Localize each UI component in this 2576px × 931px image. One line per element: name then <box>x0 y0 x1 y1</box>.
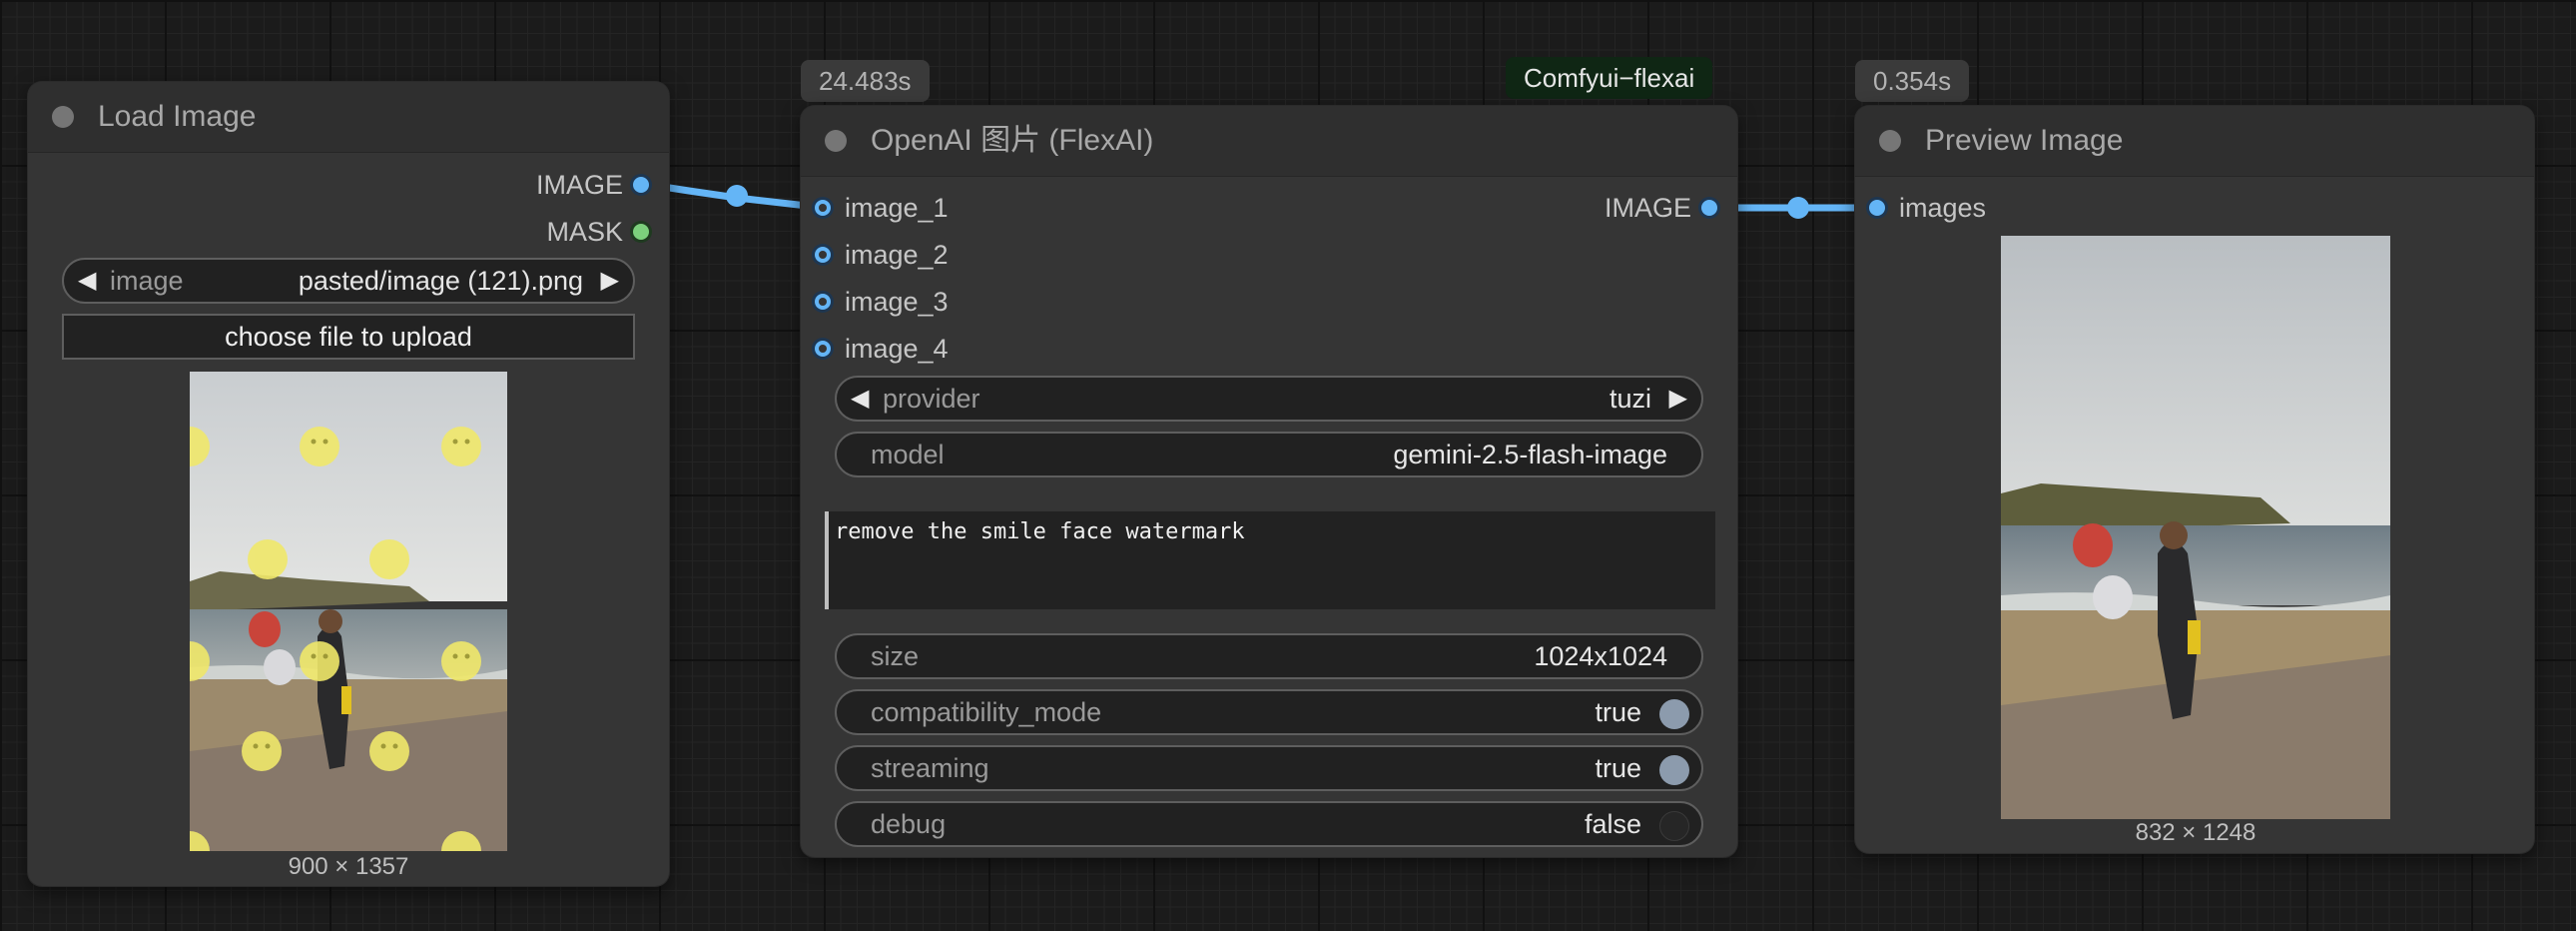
widget-value: gemini-2.5-flash-image <box>1393 440 1667 469</box>
size-widget[interactable]: size 1024x1024 <box>835 633 1703 679</box>
input-connector[interactable] <box>815 247 831 263</box>
prompt-textarea[interactable]: remove the smile face watermark <box>825 511 1715 609</box>
widget-value: tuzi <box>1609 384 1651 414</box>
next-arrow-icon[interactable]: ▶ <box>1669 378 1687 420</box>
collapse-dot[interactable] <box>52 106 74 128</box>
image-dimensions: 832 × 1248 <box>2135 819 2256 846</box>
output-connector[interactable] <box>633 177 649 193</box>
output-label: IMAGE <box>535 170 623 200</box>
widget-value: true <box>1595 753 1641 783</box>
widget-value: pasted/image (121).png <box>298 266 583 296</box>
execution-time-badge: 0.354s <box>1855 60 1970 102</box>
collapse-dot[interactable] <box>825 130 847 152</box>
input-label: images <box>1899 193 1987 223</box>
input-connector[interactable] <box>815 200 831 216</box>
widget-value: 1024x1024 <box>1534 641 1667 671</box>
node-title: Load Image <box>98 100 257 133</box>
node-title-bar[interactable]: Load Image <box>28 82 669 153</box>
group-badge: Comfyui−flexai <box>1506 57 1713 99</box>
toggle-knob[interactable] <box>1659 699 1689 729</box>
node-title-bar[interactable]: OpenAI 图片 (FlexAI) <box>801 106 1737 177</box>
provider-select-widget[interactable]: ◀ provider tuzi ▶ <box>835 376 1703 422</box>
node-title: Preview Image <box>1925 124 2124 157</box>
photo-graphic <box>190 372 507 851</box>
widget-value: true <box>1595 697 1641 727</box>
widget-label: streaming <box>871 753 989 783</box>
widget-value: false <box>1584 809 1641 839</box>
widget-label: image <box>110 266 184 296</box>
preview-image-node[interactable]: Preview Image images 832 × 1248 <box>1855 106 2534 853</box>
toggle-knob[interactable] <box>1659 755 1689 785</box>
input-image-preview <box>190 372 507 851</box>
next-arrow-icon[interactable]: ▶ <box>601 260 619 302</box>
link-midpoint-handle <box>1787 197 1809 219</box>
collapse-dot[interactable] <box>1879 130 1901 152</box>
output-label: IMAGE <box>1604 193 1691 223</box>
widget-label: provider <box>883 384 980 414</box>
execution-time-badge: 24.483s <box>801 60 930 102</box>
output-connector[interactable] <box>633 224 649 240</box>
input-connector[interactable] <box>815 294 831 310</box>
prev-arrow-icon[interactable]: ◀ <box>851 378 869 420</box>
photo-graphic <box>2001 236 2390 819</box>
link-midpoint-handle <box>726 185 748 207</box>
output-label: MASK <box>546 217 623 247</box>
widget-label: compatibility_mode <box>871 697 1102 727</box>
openai-flexai-node[interactable]: OpenAI 图片 (FlexAI) image_1 image_2 image… <box>801 106 1737 857</box>
node-title: OpenAI 图片 (FlexAI) <box>871 124 1154 157</box>
output-connector[interactable] <box>1701 200 1717 216</box>
upload-button[interactable]: choose file to upload <box>62 314 635 360</box>
compatibility-mode-toggle[interactable]: compatibility_mode true <box>835 689 1703 735</box>
debug-toggle[interactable]: debug false <box>835 801 1703 847</box>
image-dimensions: 900 × 1357 <box>288 853 409 880</box>
node-title-bar[interactable]: Preview Image <box>1855 106 2534 177</box>
link-load-to-openai <box>646 181 829 212</box>
image-select-widget[interactable]: ◀ image pasted/image (121).png ▶ <box>62 258 635 304</box>
streaming-toggle[interactable]: streaming true <box>835 745 1703 791</box>
input-label: image_3 <box>845 287 949 317</box>
output-image-preview <box>2001 236 2390 819</box>
input-label: image_4 <box>845 334 949 364</box>
widget-label: debug <box>871 809 947 839</box>
input-connector[interactable] <box>815 341 831 357</box>
widget-label: model <box>871 440 945 469</box>
input-label: image_1 <box>845 193 949 223</box>
widget-label: size <box>871 641 920 671</box>
prev-arrow-icon[interactable]: ◀ <box>78 260 96 302</box>
toggle-knob[interactable] <box>1659 811 1689 841</box>
input-label: image_2 <box>845 240 949 270</box>
input-connector[interactable] <box>1869 200 1885 216</box>
model-text-widget[interactable]: model gemini-2.5-flash-image <box>835 432 1703 477</box>
load-image-node[interactable]: Load Image IMAGE MASK ◀ image pasted/ima… <box>28 82 669 886</box>
